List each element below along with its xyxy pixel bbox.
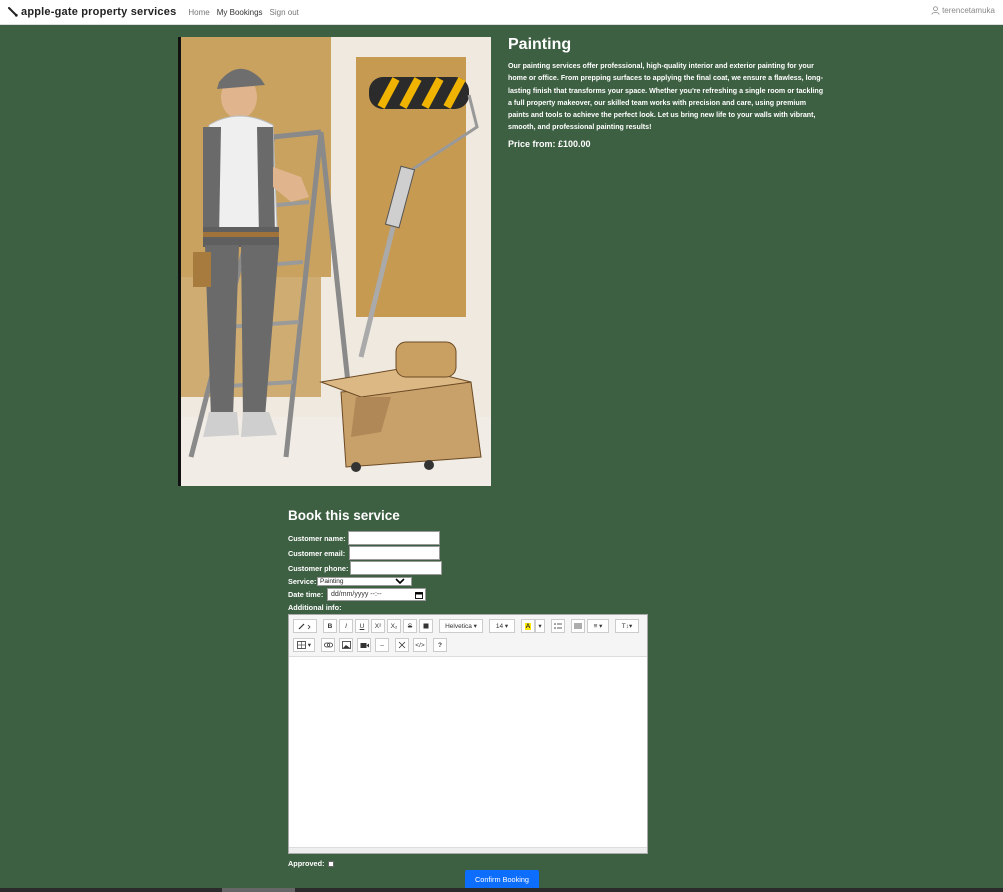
editor-image-button[interactable] xyxy=(339,638,353,652)
service-price: Price from: £100.00 xyxy=(508,139,591,149)
strike-label: S xyxy=(407,622,413,630)
service-select[interactable]: Painting xyxy=(317,577,412,586)
confirm-booking-button[interactable]: Confirm Booking xyxy=(465,870,539,889)
editor-text-area[interactable] xyxy=(289,657,647,847)
color-label: A xyxy=(524,622,532,630)
magic-wand-icon xyxy=(298,623,311,630)
editor-table-dropdown[interactable]: ▾ xyxy=(293,638,315,652)
datetime-input[interactable]: dd/mm/yyyy --:-- xyxy=(327,588,426,601)
list-bullet-icon xyxy=(554,623,562,629)
editor-unordered-list-button[interactable] xyxy=(551,619,565,633)
font-name-value: Helvetica xyxy=(445,622,472,630)
customer-name-label: Customer name: xyxy=(288,534,346,543)
editor-resize-handle[interactable] xyxy=(289,847,647,853)
code-view-label: </> xyxy=(415,641,425,649)
nav-home-link[interactable]: Home xyxy=(188,8,209,17)
editor-code-view-button[interactable]: </> xyxy=(413,638,427,652)
user-menu[interactable]: terencetamuka xyxy=(931,6,995,15)
bottom-scrollbar-track[interactable] xyxy=(0,888,1003,892)
nav-my-bookings-link[interactable]: My Bookings xyxy=(217,8,263,17)
service-image xyxy=(178,37,491,486)
editor-link-button[interactable] xyxy=(321,638,335,652)
editor-clear-format-button[interactable] xyxy=(419,619,433,633)
editor-color-dropdown[interactable]: ▾ xyxy=(535,619,545,633)
chevron-down-icon xyxy=(395,578,405,585)
editor-help-button[interactable]: ? xyxy=(433,638,447,652)
brand-text: apple-gate property services xyxy=(21,6,177,18)
editor-ordered-list-button[interactable] xyxy=(571,619,585,633)
line-height-label: T xyxy=(621,622,626,630)
image-icon xyxy=(341,641,351,649)
editor-font-name-dropdown[interactable]: Helvetica ▾ xyxy=(439,619,483,633)
additional-info-label: Additional info: xyxy=(288,603,342,612)
bottom-scrollbar-thumb[interactable] xyxy=(222,888,295,892)
approved-checkbox[interactable] xyxy=(327,860,334,867)
painter-illustration xyxy=(181,37,491,486)
customer-phone-input[interactable] xyxy=(350,561,442,575)
customer-email-input[interactable] xyxy=(349,546,440,560)
service-description: Our painting services offer professional… xyxy=(508,62,824,132)
additional-info-editor: B I U X² X₂ S Helvetica ▾ 14 ▾ A ▾ ≡ ▾ T… xyxy=(288,614,648,854)
editor-underline-button[interactable]: U xyxy=(355,619,369,633)
customer-phone-label: Customer phone: xyxy=(288,564,349,573)
username: terencetamuka xyxy=(942,6,995,15)
customer-name-input[interactable] xyxy=(348,531,440,545)
editor-style-dropdown[interactable] xyxy=(293,619,317,633)
editor-bold-button[interactable]: B xyxy=(323,619,337,633)
approved-label: Approved: xyxy=(288,859,325,868)
editor-strikethrough-button[interactable]: S xyxy=(403,619,417,633)
nav-sign-out-link[interactable]: Sign out xyxy=(270,8,299,17)
user-icon xyxy=(931,6,940,15)
approved-field: Approved: xyxy=(288,859,334,868)
link-icon xyxy=(323,642,333,648)
service-select-value: Painting xyxy=(320,578,344,585)
customer-email-label: Customer email: xyxy=(288,549,346,558)
eraser-icon xyxy=(423,623,429,629)
bold-label: B xyxy=(327,622,333,630)
editor-subscript-button[interactable]: X₂ xyxy=(387,619,401,633)
editor-fullscreen-button[interactable] xyxy=(395,638,409,652)
editor-color-button[interactable]: A xyxy=(521,619,535,633)
table-icon xyxy=(297,641,306,649)
editor-italic-button[interactable]: I xyxy=(339,619,353,633)
navbar: apple-gate property services Home My Boo… xyxy=(0,0,1003,25)
editor-align-dropdown[interactable]: ≡ ▾ xyxy=(587,619,609,633)
help-label: ? xyxy=(438,641,442,649)
editor-toolbar: B I U X² X₂ S Helvetica ▾ 14 ▾ A ▾ ≡ ▾ T… xyxy=(289,615,647,657)
booking-form-title: Book this service xyxy=(288,508,400,523)
superscript-label: X² xyxy=(374,622,382,630)
video-icon xyxy=(360,642,369,648)
editor-video-button[interactable] xyxy=(357,638,371,652)
service-label: Service: xyxy=(288,577,317,586)
editor-superscript-button[interactable]: X² xyxy=(371,619,385,633)
underline-label: U xyxy=(359,622,365,630)
fullscreen-icon xyxy=(398,641,406,649)
editor-line-height-dropdown[interactable]: T ↕▾ xyxy=(615,619,639,633)
font-size-value: 14 xyxy=(495,622,504,630)
paint-brush-icon xyxy=(8,7,18,17)
list-number-icon xyxy=(574,623,582,629)
editor-hr-button[interactable]: – xyxy=(375,638,389,652)
datetime-placeholder: dd/mm/yyyy --:-- xyxy=(331,591,382,598)
datetime-label: Date time: xyxy=(288,590,324,599)
calendar-icon[interactable] xyxy=(415,591,423,599)
subscript-label: X₂ xyxy=(390,622,398,630)
service-title: Painting xyxy=(508,36,572,53)
italic-label: I xyxy=(345,622,347,630)
brand[interactable]: apple-gate property services xyxy=(8,6,176,18)
editor-font-size-dropdown[interactable]: 14 ▾ xyxy=(489,619,515,633)
